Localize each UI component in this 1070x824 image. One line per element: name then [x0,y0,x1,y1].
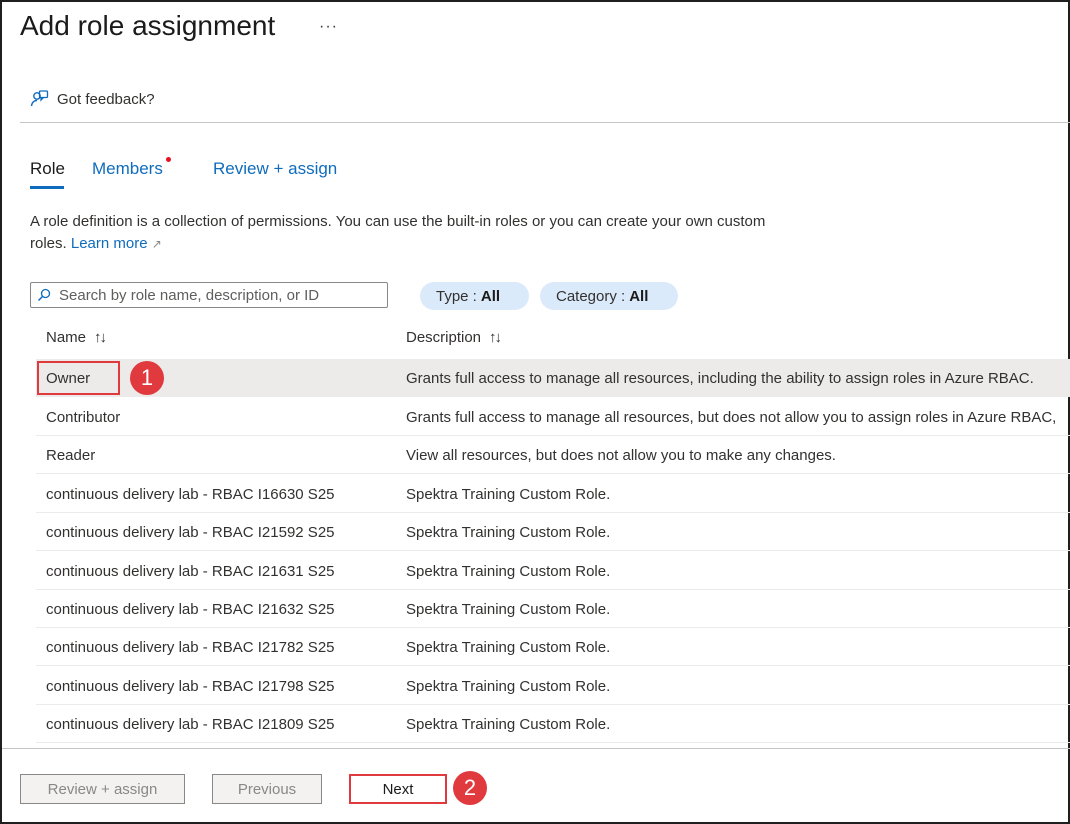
more-actions-button[interactable]: ··· [319,18,338,36]
table-row[interactable]: Reader View all resources, but does not … [36,436,1070,474]
table-row[interactable]: continuous delivery lab - RBAC I21632 S2… [36,590,1070,628]
column-description-label: Description [406,329,482,346]
sort-icon[interactable]: ↑↓ [94,329,107,346]
type-filter-label: Type : [436,287,477,305]
next-button[interactable]: Next [349,774,447,804]
role-name: Reader [46,447,96,464]
role-name: continuous delivery lab - RBAC I21632 S2… [46,601,335,618]
required-dot [166,157,171,162]
learn-more-link[interactable]: Learn more ↗ [71,235,162,252]
review-assign-button[interactable]: Review + assign [20,774,185,804]
table-row[interactable]: Owner Grants full access to manage all r… [36,359,1070,397]
owner-highlight-box [37,361,120,395]
role-description: A role definition is a collection of per… [30,211,770,255]
column-name-label: Name [46,329,87,346]
step-1-badge: 1 [130,361,164,395]
role-description-cell: Spektra Training Custom Role. [406,601,611,618]
step-2-badge: 2 [453,771,487,805]
tab-members[interactable]: Members [92,159,163,179]
previous-button[interactable]: Previous [212,774,322,804]
category-filter-value: All [629,287,649,305]
feedback-icon [30,90,49,107]
category-filter-label: Category : [556,287,626,305]
external-link-icon: ↗ [151,237,162,251]
sort-icon[interactable]: ↑↓ [489,329,502,346]
role-description-cell: View all resources, but does not allow y… [406,447,836,464]
type-filter-value: All [480,287,501,305]
role-description-cell: Spektra Training Custom Role. [406,524,611,541]
type-filter[interactable]: Type : All [420,282,529,310]
role-description-cell: Spektra Training Custom Role. [406,678,611,695]
role-name: continuous delivery lab - RBAC I21592 S2… [46,524,335,541]
search-icon [37,288,51,302]
page-title: Add role assignment [20,10,276,41]
role-name: continuous delivery lab - RBAC I21798 S2… [46,678,335,695]
role-name: continuous delivery lab - RBAC I21809 S2… [46,716,335,733]
active-tab-indicator [30,186,64,189]
footer-divider [2,748,1070,749]
column-header-description[interactable]: Description ↑↓ [406,329,502,346]
role-description-cell: Spektra Training Custom Role. [406,486,611,503]
column-header-name[interactable]: Name ↑↓ [46,329,107,346]
table-row[interactable]: continuous delivery lab - RBAC I21798 S2… [36,667,1070,705]
table-row[interactable]: continuous delivery lab - RBAC I21809 S2… [36,705,1070,743]
role-description-cell: Grants full access to manage all resourc… [406,409,1057,426]
feedback-link[interactable]: Got feedback? [29,89,155,109]
role-name: continuous delivery lab - RBAC I21782 S2… [46,639,335,656]
role-name: continuous delivery lab - RBAC I16630 S2… [46,486,335,503]
table-row[interactable]: continuous delivery lab - RBAC I16630 S2… [36,475,1070,513]
role-description-cell: Spektra Training Custom Role. [406,716,611,733]
role-description-cell: Grants full access to manage all resourc… [406,370,1034,387]
table-row[interactable]: Contributor Grants full access to manage… [36,398,1070,436]
table-row[interactable]: continuous delivery lab - RBAC I21592 S2… [36,513,1070,551]
table-row[interactable]: continuous delivery lab - RBAC I21782 S2… [36,628,1070,666]
tab-review-assign[interactable]: Review + assign [213,159,337,179]
role-description-cell: Spektra Training Custom Role. [406,639,611,656]
search-input[interactable] [57,285,381,305]
role-description-cell: Spektra Training Custom Role. [406,563,611,580]
search-box[interactable] [30,282,388,308]
feedback-label: Got feedback? [57,90,155,108]
role-name: Contributor [46,409,121,426]
learn-more-label: Learn more [70,235,148,252]
table-row[interactable]: continuous delivery lab - RBAC I21631 S2… [36,552,1070,590]
category-filter[interactable]: Category : All [540,282,678,310]
tab-role[interactable]: Role [30,159,65,179]
divider [20,122,1070,123]
role-name: continuous delivery lab - RBAC I21631 S2… [46,563,335,580]
